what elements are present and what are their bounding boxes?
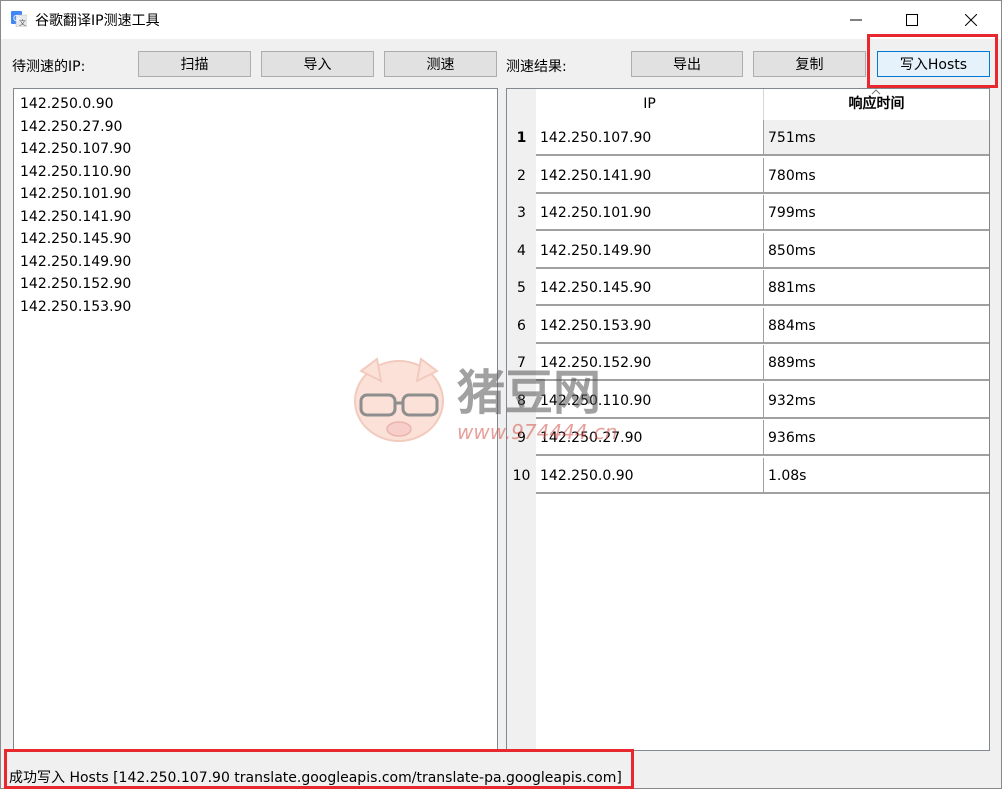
row-number: 1 (516, 130, 527, 146)
row-number: 9 (517, 430, 526, 446)
close-icon (965, 14, 977, 26)
list-item: 142.250.149.90 (20, 253, 132, 270)
google-translate-icon: G 文 (11, 11, 27, 27)
list-item: 142.250.153.90 (20, 298, 132, 315)
list-item: 142.250.141.90 (20, 208, 132, 225)
ip-cell[interactable]: 142.250.149.90 (536, 232, 764, 269)
time-cell[interactable]: 850ms (764, 232, 989, 269)
results-label: 测速结果: (506, 59, 567, 75)
close-button[interactable] (948, 1, 994, 39)
time-cell[interactable]: 881ms (764, 270, 989, 306)
time-cell[interactable]: 889ms (764, 345, 989, 381)
maximize-button[interactable] (889, 1, 935, 39)
row-number: 6 (517, 317, 526, 334)
scan-button[interactable]: 扫描 (138, 51, 251, 77)
ip-cell[interactable]: 142.250.107.90 (536, 120, 764, 156)
app-window: G 文 谷歌翻译IP测速工具 待测速的IP: 扫描 导入 测速 测速结果: 导出… (0, 0, 1002, 789)
write-hosts-button[interactable]: 写入Hosts (877, 51, 990, 77)
time-cell[interactable]: 936ms (764, 420, 989, 456)
status-bar: 成功写入 Hosts [142.250.107.90 translate.goo… (1, 763, 1001, 788)
minimize-icon (850, 19, 862, 21)
time-cell[interactable]: 780ms (764, 157, 989, 194)
maximize-icon (906, 14, 918, 26)
list-item: 142.250.107.90 (20, 141, 132, 157)
row-number: 2 (517, 167, 526, 184)
row-number: 3 (517, 205, 526, 221)
ip-cell[interactable]: 142.250.27.90 (536, 420, 764, 456)
ip-cell[interactable]: 142.250.0.90 (536, 457, 764, 494)
import-button[interactable]: 导入 (261, 51, 374, 77)
ip-cell[interactable]: 142.250.101.90 (536, 195, 764, 231)
title-bar: G 文 谷歌翻译IP测速工具 (1, 1, 1001, 39)
ip-cell[interactable]: 142.250.153.90 (536, 307, 764, 344)
list-item: 142.250.152.90 (20, 276, 132, 292)
window-title: 谷歌翻译IP测速工具 (35, 13, 160, 29)
pending-ip-label: 待测速的IP: (12, 59, 86, 75)
status-message: 成功写入 Hosts [142.250.107.90 translate.goo… (9, 770, 622, 786)
time-cell[interactable]: 1.08s (764, 457, 989, 494)
copy-button[interactable]: 复制 (753, 51, 866, 77)
minimize-button[interactable] (833, 1, 879, 39)
sort-arrow-icon (871, 89, 881, 95)
list-item: 142.250.0.90 (20, 96, 114, 112)
row-number: 4 (517, 242, 526, 259)
column-header-ip[interactable]: IP (536, 89, 764, 121)
ip-cell[interactable]: 142.250.141.90 (536, 157, 764, 194)
time-cell[interactable]: 932ms (764, 382, 989, 419)
list-item: 142.250.27.90 (20, 118, 123, 135)
row-number: 7 (517, 355, 526, 371)
time-cell[interactable]: 884ms (764, 307, 989, 344)
list-item: 142.250.101.90 (20, 186, 132, 202)
speed-test-button[interactable]: 测速 (384, 51, 497, 77)
list-item: 142.250.110.90 (20, 163, 132, 180)
ip-cell[interactable]: 142.250.152.90 (536, 345, 764, 381)
time-cell[interactable]: 751ms (764, 120, 989, 156)
row-number: 5 (517, 280, 526, 296)
svg-text:文: 文 (19, 18, 26, 27)
pending-ip-list[interactable]: 142.250.0.90 142.250.27.90 142.250.107.9… (13, 88, 498, 751)
export-button[interactable]: 导出 (631, 51, 743, 77)
ip-cell[interactable]: 142.250.145.90 (536, 270, 764, 306)
ip-cell[interactable]: 142.250.110.90 (536, 382, 764, 419)
list-item: 142.250.145.90 (20, 231, 132, 247)
results-grid[interactable]: IP 响应时间 1 2 3 4 5 6 7 8 9 10 142.250.107… (506, 88, 990, 751)
time-cell[interactable]: 799ms (764, 195, 989, 231)
row-number: 10 (512, 467, 531, 484)
row-number: 8 (517, 392, 526, 409)
